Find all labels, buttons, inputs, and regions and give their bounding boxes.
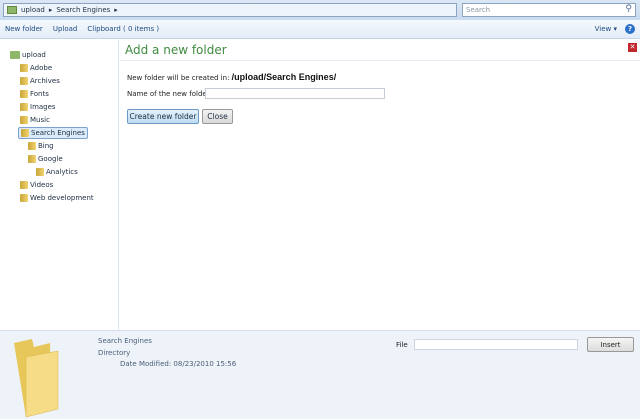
tree-item-search-engines[interactable]: Search Engines xyxy=(18,127,88,139)
folder-icon xyxy=(28,155,36,163)
tree-item-upload[interactable]: upload xyxy=(8,49,48,61)
tree-item-label: upload xyxy=(22,51,46,59)
tree-item-label: Images xyxy=(30,103,56,111)
tree-item-archives[interactable]: Archives xyxy=(18,75,62,87)
search-placeholder: Search xyxy=(466,6,491,14)
folder-icon xyxy=(20,116,28,124)
name-label: Name of the new folder: xyxy=(127,90,212,98)
large-folder-icon xyxy=(14,339,59,417)
tree-item-music[interactable]: Music xyxy=(18,114,52,126)
breadcrumb[interactable]: upload ▸ Search Engines ▸ xyxy=(3,3,457,17)
folder-icon xyxy=(20,103,28,111)
date-value: 08/23/2010 15:56 xyxy=(173,360,237,368)
chevron-down-icon: ▾ xyxy=(613,25,617,33)
folder-icon xyxy=(36,168,44,176)
folder-icon xyxy=(28,142,36,150)
tree-item-label: Analytics xyxy=(46,168,78,176)
chevron-right-icon[interactable]: ▸ xyxy=(49,6,53,14)
breadcrumb-upload[interactable]: upload xyxy=(21,6,45,14)
tree-item-label: Bing xyxy=(38,142,54,150)
tree-item-label: Search Engines xyxy=(31,129,85,137)
folder-icon xyxy=(20,181,28,189)
toolbar: New folder Upload Clipboard ( 0 items ) … xyxy=(0,20,640,39)
folder-icon xyxy=(20,64,28,72)
item-name: Search Engines xyxy=(98,337,152,345)
folder-tree: upload Adobe Archives Fonts Images Music Searc… xyxy=(0,40,119,330)
close-button[interactable]: Close xyxy=(202,109,233,124)
folder-name-input[interactable] xyxy=(205,88,385,99)
close-icon[interactable]: ✕ xyxy=(628,43,637,52)
tree-item-label: Music xyxy=(30,116,50,124)
item-type: Directory xyxy=(98,349,131,357)
new-folder-button[interactable]: New folder xyxy=(5,25,43,33)
folder-icon xyxy=(10,51,20,59)
tree-item-web-development[interactable]: Web development xyxy=(18,192,96,204)
tree-item-google[interactable]: Google xyxy=(26,153,65,165)
tree-item-label: Fonts xyxy=(30,90,49,98)
tree-item-bing[interactable]: Bing xyxy=(26,140,56,152)
view-label: View xyxy=(594,25,612,33)
date-modified: Date Modified: 08/23/2010 15:56 xyxy=(120,360,236,368)
tree-item-label: Web development xyxy=(30,194,94,202)
search-input[interactable]: Search ⚲ xyxy=(462,3,636,17)
help-icon[interactable]: ? xyxy=(625,24,635,34)
divider xyxy=(120,60,640,61)
folder-icon xyxy=(7,6,17,14)
folder-icon xyxy=(20,194,28,202)
tree-item-label: Adobe xyxy=(30,64,53,72)
details-pane: Search Engines Directory Date Modified: … xyxy=(0,330,640,419)
location-label: New folder will be created in: xyxy=(127,74,230,82)
tree-item-label: Videos xyxy=(30,181,54,189)
tree-item-images[interactable]: Images xyxy=(18,101,58,113)
location-path: /upload/Search Engines/ xyxy=(231,72,337,82)
tree-item-videos[interactable]: Videos xyxy=(18,179,55,191)
file-label: File xyxy=(396,341,408,349)
tree-item-label: Google xyxy=(38,155,63,163)
tree-item-fonts[interactable]: Fonts xyxy=(18,88,51,100)
tree-item-analytics[interactable]: Analytics xyxy=(34,166,80,178)
create-folder-button[interactable]: Create new folder xyxy=(127,109,199,124)
folder-icon xyxy=(20,90,28,98)
location-text: New folder will be created in: /upload/S… xyxy=(127,72,336,82)
search-icon[interactable]: ⚲ xyxy=(625,4,632,14)
file-input[interactable] xyxy=(414,339,578,350)
tree-item-adobe[interactable]: Adobe xyxy=(18,62,54,74)
insert-button[interactable]: Insert xyxy=(587,337,634,352)
chevron-right-icon[interactable]: ▸ xyxy=(114,6,118,14)
address-bar: upload ▸ Search Engines ▸ Search ⚲ xyxy=(0,0,640,20)
view-menu[interactable]: View ▾ xyxy=(595,25,617,33)
tree-item-label: Archives xyxy=(30,77,60,85)
clipboard-button[interactable]: Clipboard ( 0 items ) xyxy=(87,25,159,33)
folder-icon xyxy=(20,77,28,85)
date-label: Date Modified: xyxy=(120,360,172,368)
breadcrumb-search-engines[interactable]: Search Engines xyxy=(56,6,110,14)
upload-button[interactable]: Upload xyxy=(53,25,78,33)
add-folder-panel: Add a new folder ✕ New folder will be cr… xyxy=(120,40,640,330)
folder-icon xyxy=(21,129,29,137)
page-title: Add a new folder xyxy=(125,43,227,57)
